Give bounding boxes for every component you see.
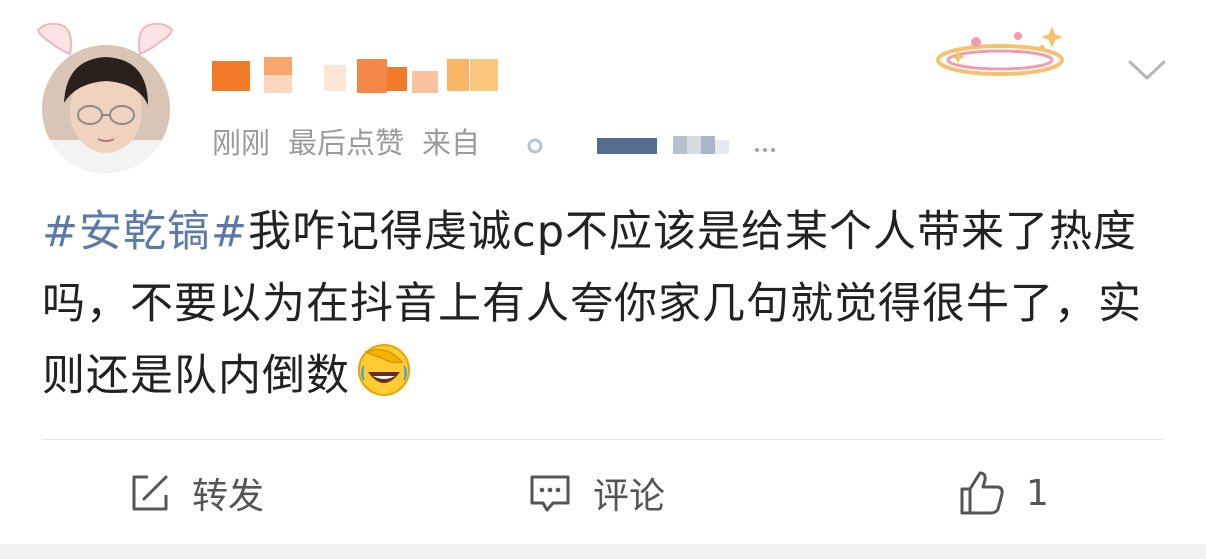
hashtag-link[interactable]: #安乾镐#: [42, 207, 248, 257]
facepalm-laugh-emoji-icon: [358, 344, 410, 396]
post-time: 刚刚: [212, 126, 271, 160]
repost-label: 转发: [192, 476, 265, 517]
divider: [42, 439, 1164, 440]
username-blurred[interactable]: [212, 57, 512, 97]
comment-button[interactable]: 评论: [527, 468, 665, 518]
post-body: #安乾镐#我咋记得虔诚cp不应该是给某个人带来了热度吗，不要以为在抖音上有人夸你…: [42, 196, 1167, 412]
like-count: 1: [1026, 472, 1049, 514]
avatar-image: [42, 45, 170, 173]
post-meta: 刚刚 最后点赞 来自: [212, 123, 486, 160]
repost-icon: [132, 475, 168, 511]
avatar-container[interactable]: [30, 10, 180, 175]
post-status: 最后点赞: [288, 126, 405, 160]
bottom-separator: [0, 544, 1206, 559]
comment-icon: [530, 475, 570, 512]
post-source-blurred[interactable]: [525, 130, 795, 158]
post-source-label: 来自: [422, 126, 481, 160]
like-button[interactable]: 1: [958, 468, 1049, 518]
repost-button[interactable]: 转发: [128, 468, 264, 518]
chevron-down-icon[interactable]: [1127, 56, 1167, 84]
thumbs-up-icon: [960, 471, 1004, 515]
decoration-badge-icon: [936, 26, 1064, 76]
avatar[interactable]: [42, 45, 170, 173]
comment-label: 评论: [593, 476, 666, 517]
